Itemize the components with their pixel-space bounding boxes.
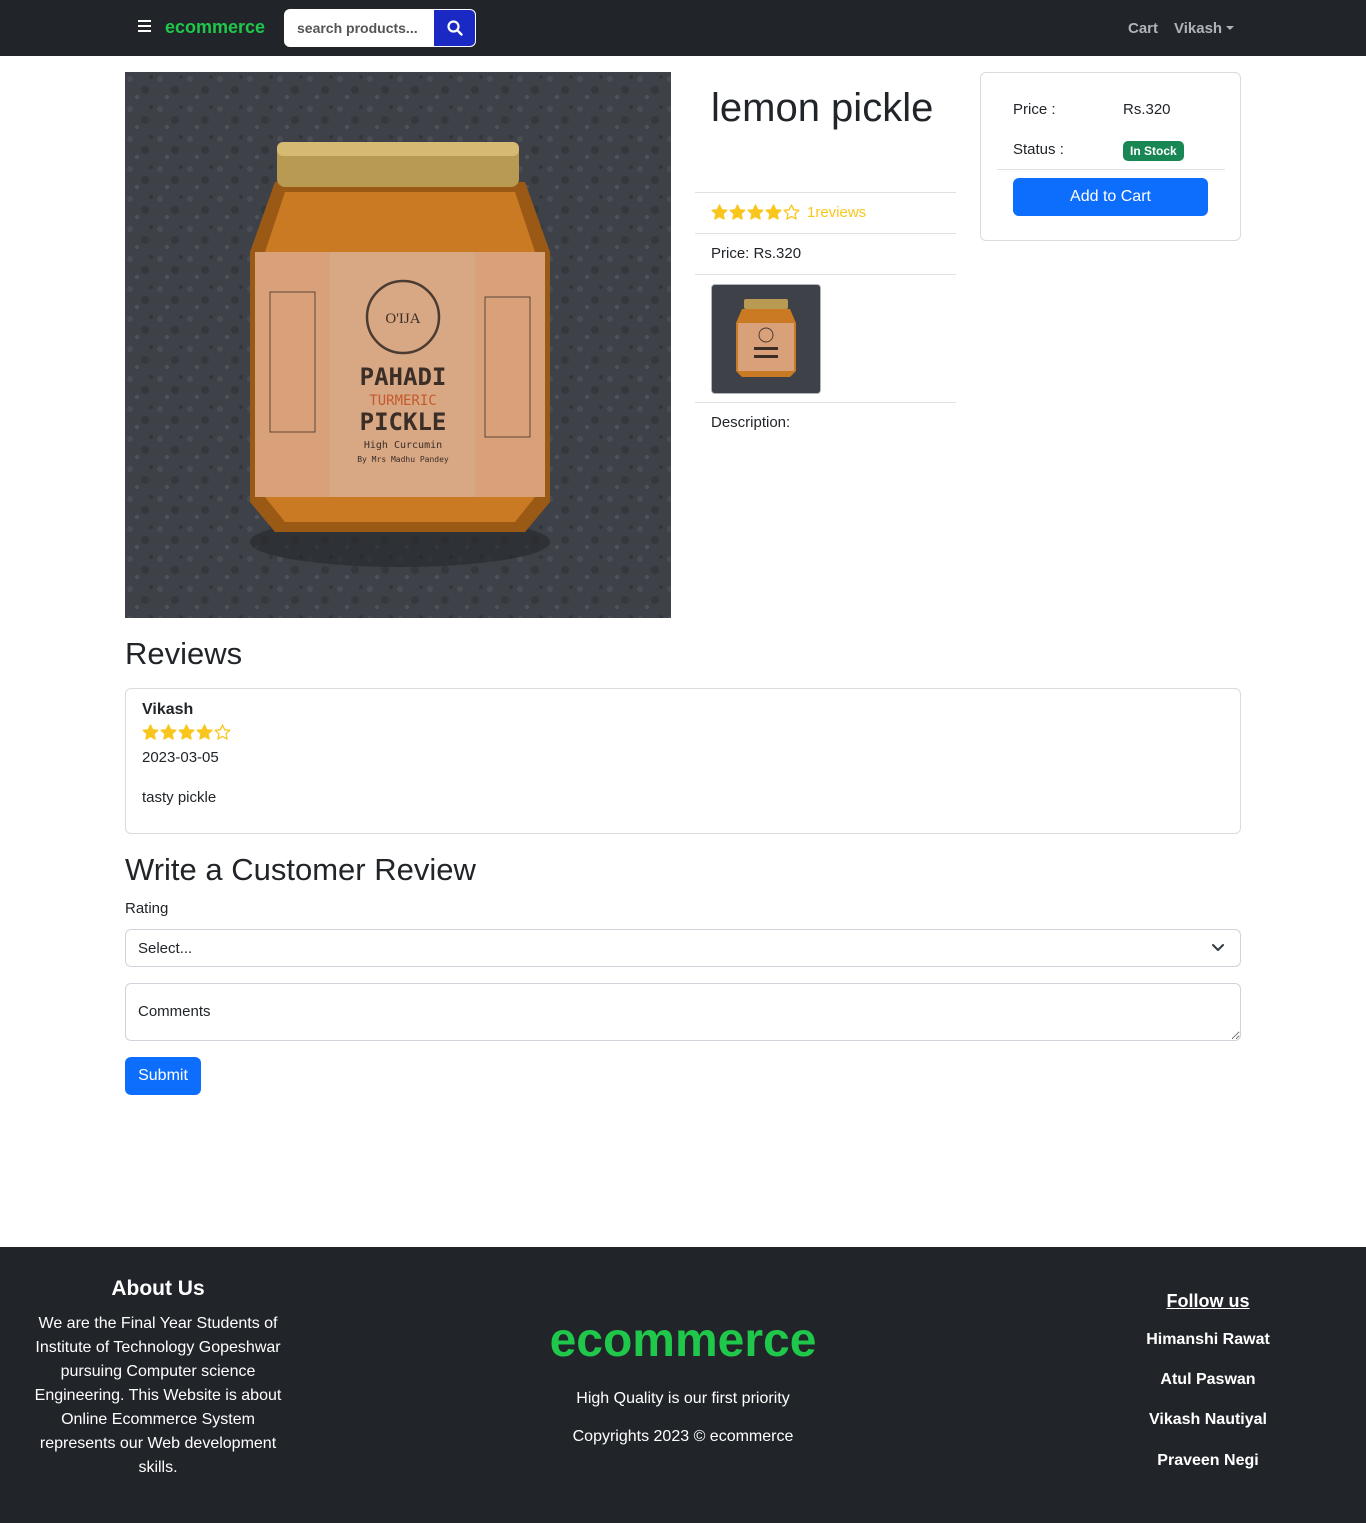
jar-text-4: High Curcumin bbox=[364, 440, 442, 451]
jar-brand-text: O'IJA bbox=[385, 311, 420, 327]
star-filled-icon bbox=[196, 724, 213, 740]
star-empty-icon bbox=[214, 724, 231, 740]
nav-cart-link[interactable]: Cart bbox=[1128, 20, 1158, 37]
follow-name[interactable]: Himanshi Rawat bbox=[1108, 1331, 1308, 1349]
footer: About Us We are the Final Year Students … bbox=[0, 1247, 1366, 1523]
jar-text-2: TURMERIC bbox=[369, 393, 436, 409]
jar-text-1: PAHADI bbox=[360, 363, 447, 391]
product-price: Price: Rs.320 bbox=[711, 245, 802, 262]
rating-select-value: Select... bbox=[138, 939, 193, 957]
rating-select[interactable]: Select... bbox=[125, 929, 1241, 967]
product-thumbnail[interactable] bbox=[711, 284, 821, 394]
divider bbox=[997, 169, 1225, 170]
divider bbox=[695, 402, 956, 403]
review-comment: tasty pickle bbox=[142, 789, 217, 806]
star-filled-icon bbox=[711, 204, 728, 220]
rating-label: Rating bbox=[125, 900, 169, 917]
about-text: We are the Final Year Students of Instit… bbox=[34, 1315, 282, 1476]
product-description-label: Description: bbox=[711, 414, 791, 431]
caret-down-icon bbox=[1226, 26, 1235, 30]
review-date: 2023-03-05 bbox=[142, 749, 219, 766]
navbar: ecommerce Cart Vikash bbox=[0, 0, 1366, 56]
search-input[interactable] bbox=[284, 9, 435, 47]
divider bbox=[695, 192, 956, 193]
reviewer-name: Vikash bbox=[142, 701, 194, 718]
jar-text-5: By Mrs Madhu Pandey bbox=[357, 455, 449, 464]
footer-copyright: Copyrights 2023 © ecommerce bbox=[572, 1428, 794, 1445]
user-name: Vikash bbox=[1174, 20, 1223, 37]
status-label: Status : bbox=[1013, 141, 1064, 158]
chevron-down-icon bbox=[1212, 944, 1224, 951]
write-review-heading: Write a Customer Review bbox=[125, 852, 476, 887]
product-rating: 1reviews bbox=[711, 204, 866, 221]
star-filled-icon bbox=[178, 724, 195, 740]
review-rating-stars bbox=[142, 724, 232, 741]
star-empty-icon bbox=[783, 204, 800, 220]
user-dropdown[interactable]: Vikash bbox=[1174, 20, 1235, 37]
footer-tagline: High Quality is our first priority bbox=[576, 1390, 790, 1407]
review-count: 1reviews bbox=[807, 204, 867, 221]
rating-stars bbox=[711, 204, 801, 221]
star-filled-icon bbox=[729, 204, 746, 220]
footer-brand: ecommerce bbox=[549, 1314, 817, 1367]
price-label: Price : bbox=[1013, 101, 1056, 118]
search-icon bbox=[446, 20, 463, 36]
star-filled-icon bbox=[765, 204, 782, 220]
submit-review-button[interactable]: Submit bbox=[125, 1057, 201, 1095]
jar-text-3: PICKLE bbox=[360, 408, 447, 436]
star-filled-icon bbox=[747, 204, 764, 220]
purchase-card: Price : Rs.320 Status : In Stock Add to … bbox=[980, 72, 1241, 241]
follow-name[interactable]: Atul Paswan bbox=[1108, 1371, 1308, 1389]
brand-logo[interactable]: ecommerce bbox=[165, 17, 265, 38]
star-filled-icon bbox=[142, 724, 159, 740]
follow-name[interactable]: Praveen Negi bbox=[1108, 1452, 1308, 1470]
price-value: Rs.320 bbox=[1123, 101, 1171, 118]
product-title: lemon pickle bbox=[711, 86, 934, 130]
about-title: About Us bbox=[111, 1277, 205, 1300]
star-filled-icon bbox=[160, 724, 177, 740]
follow-us-title: Follow us bbox=[1166, 1291, 1250, 1311]
reviews-heading: Reviews bbox=[125, 636, 243, 671]
add-to-cart-button[interactable]: Add to Cart bbox=[1013, 178, 1208, 216]
comments-field[interactable] bbox=[125, 983, 1241, 1041]
review-card: Vikash 2023-03-05 tasty pickle bbox=[125, 688, 1241, 834]
follow-name[interactable]: Vikash Nautiyal bbox=[1108, 1411, 1308, 1429]
search-button[interactable] bbox=[434, 9, 476, 47]
divider bbox=[695, 233, 956, 234]
product-image: O'IJA PAHADI TURMERIC PICKLE High Curcum… bbox=[125, 72, 671, 618]
hamburger-menu-icon[interactable] bbox=[138, 20, 152, 34]
divider bbox=[695, 274, 956, 275]
status-badge: In Stock bbox=[1123, 141, 1184, 161]
